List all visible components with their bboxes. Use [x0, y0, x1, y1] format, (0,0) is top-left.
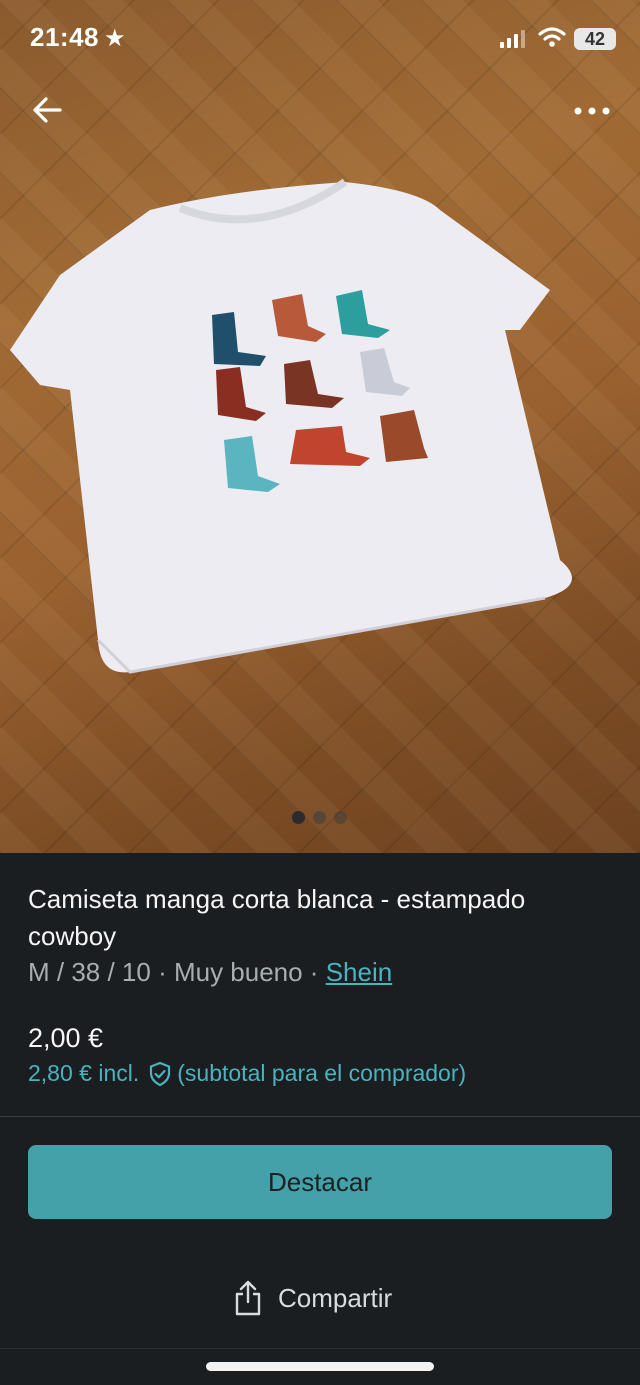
wifi-icon: [538, 27, 566, 47]
pagination-dot[interactable]: [334, 811, 347, 824]
product-photo[interactable]: 21:48 ★ 42: [0, 0, 640, 853]
share-button[interactable]: Compartir: [232, 1276, 392, 1320]
share-icon: [235, 1280, 261, 1316]
highlight-button[interactable]: Destacar: [28, 1145, 612, 1219]
shield-check-icon: [150, 1061, 171, 1086]
product-price: 2,00 €: [28, 1023, 104, 1053]
location-star-icon: ★: [104, 25, 126, 52]
product-title: Camiseta manga corta blanca - estampado …: [28, 884, 526, 951]
divider: [0, 1116, 640, 1117]
price-incl-note: (subtotal para el comprador): [177, 1060, 467, 1086]
share-label: Compartir: [278, 1282, 393, 1313]
status-bar: 21:48 ★ 42: [0, 0, 640, 80]
gallery-pagination[interactable]: [292, 811, 347, 824]
pagination-dot[interactable]: [292, 811, 305, 824]
product-details-panel: Camiseta manga corta blanca - estampado …: [0, 853, 640, 1385]
divider: [0, 1348, 640, 1349]
price-with-fees[interactable]: 2,80 € incl. (subtotal para el comprador…: [28, 1060, 466, 1087]
status-time: 21:48: [30, 22, 99, 52]
pagination-dot[interactable]: [313, 811, 326, 824]
home-indicator[interactable]: [206, 1362, 434, 1371]
brand-link[interactable]: Shein: [326, 957, 393, 987]
more-options-icon[interactable]: [568, 90, 618, 130]
price-incl-amount: 2,80 € incl.: [28, 1060, 140, 1086]
battery-icon: 42: [574, 28, 616, 50]
tshirt-image: [10, 178, 572, 674]
product-meta: M / 38 / 10 · Muy bueno · Shein: [28, 957, 392, 988]
cellular-signal-icon: [500, 30, 525, 48]
back-arrow-icon[interactable]: [28, 90, 68, 130]
size-condition-text: M / 38 / 10 · Muy bueno ·: [28, 957, 326, 987]
